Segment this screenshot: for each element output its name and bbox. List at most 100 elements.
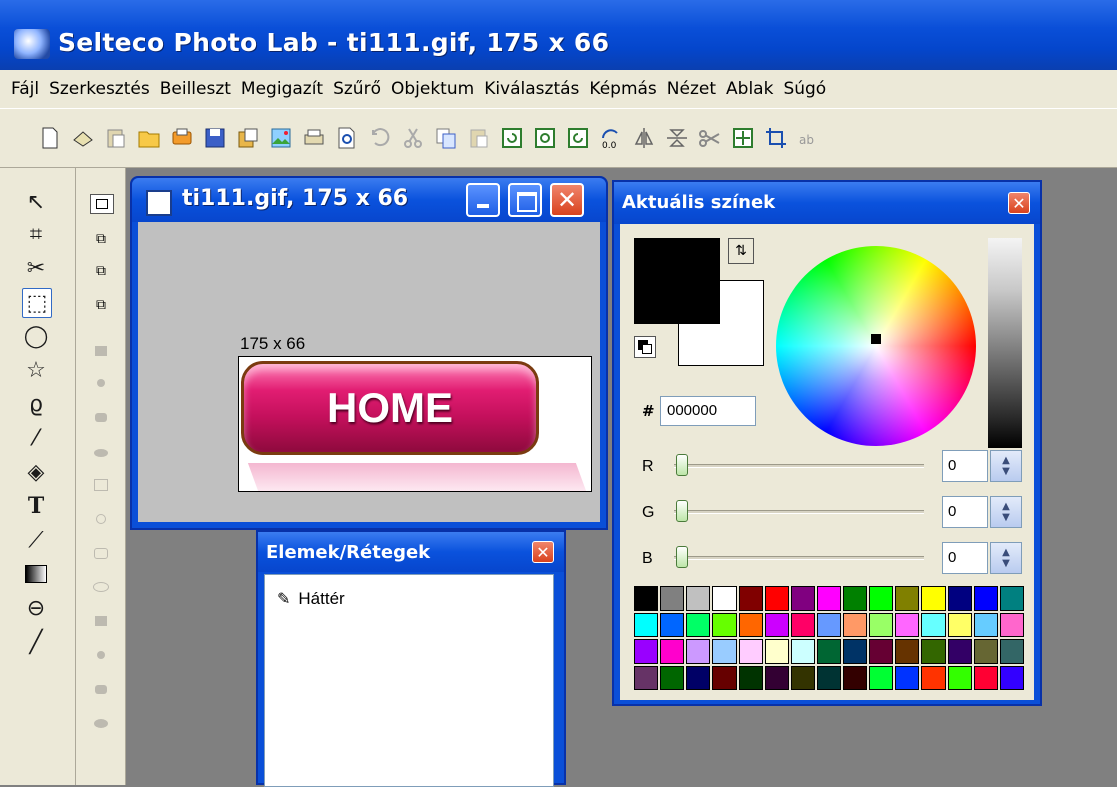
shape-square-soft-icon[interactable]	[90, 612, 112, 630]
palette-swatch[interactable]	[790, 665, 815, 690]
mode-add-selection-icon[interactable]: ⧉	[90, 230, 112, 248]
rotate-icon[interactable]	[500, 126, 524, 150]
shape-circle-outline-icon[interactable]	[90, 510, 112, 528]
shape-oval-outline-icon[interactable]	[90, 578, 112, 596]
palette-swatch[interactable]	[712, 612, 737, 637]
print-preview-icon[interactable]	[170, 126, 194, 150]
palette-swatch[interactable]	[869, 639, 894, 664]
palette-swatch[interactable]	[816, 586, 842, 611]
green-slider-thumb[interactable]	[676, 500, 688, 522]
layers-window-title-bar[interactable]: Elemek/Rétegek ✕	[258, 532, 564, 572]
palette-swatch[interactable]	[869, 586, 894, 611]
palette-swatch[interactable]	[686, 612, 711, 637]
text-icon[interactable]: ab	[797, 126, 821, 150]
shape-rounded-soft-icon[interactable]	[90, 680, 112, 698]
palette-swatch[interactable]	[790, 639, 815, 664]
blue-spinner[interactable]: ▲ ▼	[990, 542, 1022, 574]
palette-swatch[interactable]	[660, 612, 685, 637]
palette-swatch[interactable]	[686, 639, 711, 664]
green-slider-track[interactable]	[674, 510, 924, 514]
palette-swatch[interactable]	[634, 586, 659, 611]
menu-view[interactable]: Nézet	[662, 79, 721, 99]
paint-bucket-tool-icon[interactable]: ⊖	[22, 594, 50, 622]
palette-swatch[interactable]	[816, 612, 842, 637]
palette-swatch[interactable]	[999, 639, 1024, 664]
palette-swatch[interactable]	[973, 639, 998, 664]
cut-icon[interactable]	[401, 126, 425, 150]
shape-circle-soft-icon[interactable]	[90, 646, 112, 664]
palette-swatch[interactable]	[895, 612, 920, 637]
palette-swatch[interactable]	[764, 639, 789, 664]
colors-window-title-bar[interactable]: Aktuális színek ✕	[614, 182, 1040, 224]
shape-rounded-filled-icon[interactable]	[90, 408, 112, 426]
rotate-cw-icon[interactable]	[533, 126, 557, 150]
rotate-ccw-icon[interactable]	[566, 126, 590, 150]
palette-swatch[interactable]	[738, 639, 763, 664]
fit-icon[interactable]	[731, 126, 755, 150]
hex-color-input[interactable]: 000000	[660, 396, 756, 426]
layers-close-button[interactable]: ✕	[532, 541, 554, 563]
palette-swatch[interactable]	[999, 586, 1024, 611]
palette-swatch[interactable]	[947, 612, 972, 637]
preview-icon[interactable]	[335, 126, 359, 150]
palette-swatch[interactable]	[738, 612, 763, 637]
paste-new-icon[interactable]	[104, 126, 128, 150]
menu-image[interactable]: Képmás	[584, 79, 661, 99]
mode-intersect-selection-icon[interactable]: ⧉	[90, 296, 112, 314]
palette-swatch[interactable]	[686, 665, 711, 690]
green-value-input[interactable]: 0	[942, 496, 988, 528]
save-icon[interactable]	[203, 126, 227, 150]
red-spinner[interactable]: ▲ ▼	[990, 450, 1022, 482]
shape-square-outline-icon[interactable]	[90, 476, 112, 494]
menu-adjust[interactable]: Megigazít	[236, 79, 328, 99]
text-tool-icon[interactable]: T	[22, 492, 50, 520]
palette-swatch[interactable]	[895, 665, 920, 690]
menu-file[interactable]: Fájl	[6, 79, 44, 99]
shape-circle-filled-icon[interactable]	[90, 374, 112, 392]
paste-icon[interactable]	[467, 126, 491, 150]
red-slider-thumb[interactable]	[676, 454, 688, 476]
palette-swatch[interactable]	[634, 639, 659, 664]
image-icon[interactable]	[269, 126, 293, 150]
palette-swatch[interactable]	[999, 665, 1024, 690]
printer-icon[interactable]	[302, 126, 326, 150]
magic-wand-tool-icon[interactable]: ⁄	[22, 424, 50, 452]
menu-edit[interactable]: Szerkesztés	[44, 79, 155, 99]
palette-swatch[interactable]	[973, 586, 998, 611]
palette-swatch[interactable]	[790, 586, 815, 611]
blue-value-input[interactable]: 0	[942, 542, 988, 574]
palette-swatch[interactable]	[712, 639, 737, 664]
image-canvas[interactable]: HOME	[238, 356, 592, 492]
undo-icon[interactable]	[368, 126, 392, 150]
palette-swatch[interactable]	[869, 665, 894, 690]
red-slider-track[interactable]	[674, 464, 924, 468]
ellipse-select-tool-icon[interactable]: ◯	[22, 322, 50, 350]
palette-swatch[interactable]	[947, 665, 972, 690]
colors-close-button[interactable]: ✕	[1008, 192, 1030, 214]
palette-swatch[interactable]	[843, 612, 868, 637]
menu-select[interactable]: Kiválasztás	[479, 79, 584, 99]
blue-slider-thumb[interactable]	[676, 546, 688, 568]
shape-square-filled-icon[interactable]	[90, 342, 112, 360]
menu-object[interactable]: Objektum	[386, 79, 479, 99]
new-icon[interactable]	[38, 126, 62, 150]
open-folder-icon[interactable]	[137, 126, 161, 150]
crop-tool-icon[interactable]: ⌗	[22, 220, 50, 248]
mode-new-selection-icon[interactable]	[90, 194, 114, 214]
palette-swatch[interactable]	[999, 612, 1024, 637]
maximize-button[interactable]	[508, 183, 542, 217]
palette-swatch[interactable]	[921, 665, 946, 690]
palette-swatch[interactable]	[947, 639, 972, 664]
resize-icon[interactable]: 0.0	[599, 126, 623, 150]
green-spinner[interactable]: ▲ ▼	[990, 496, 1022, 528]
layer-item[interactable]: ✎ Háttér	[277, 589, 345, 609]
shape-oval-filled-icon[interactable]	[90, 444, 112, 462]
palette-swatch[interactable]	[843, 586, 868, 611]
palette-swatch[interactable]	[895, 639, 920, 664]
flip-vertical-icon[interactable]	[665, 126, 689, 150]
red-value-input[interactable]: 0	[942, 450, 988, 482]
palette-swatch[interactable]	[843, 639, 868, 664]
default-colors-icon[interactable]	[634, 336, 656, 358]
palette-swatch[interactable]	[738, 586, 763, 611]
blue-slider-track[interactable]	[674, 556, 924, 560]
